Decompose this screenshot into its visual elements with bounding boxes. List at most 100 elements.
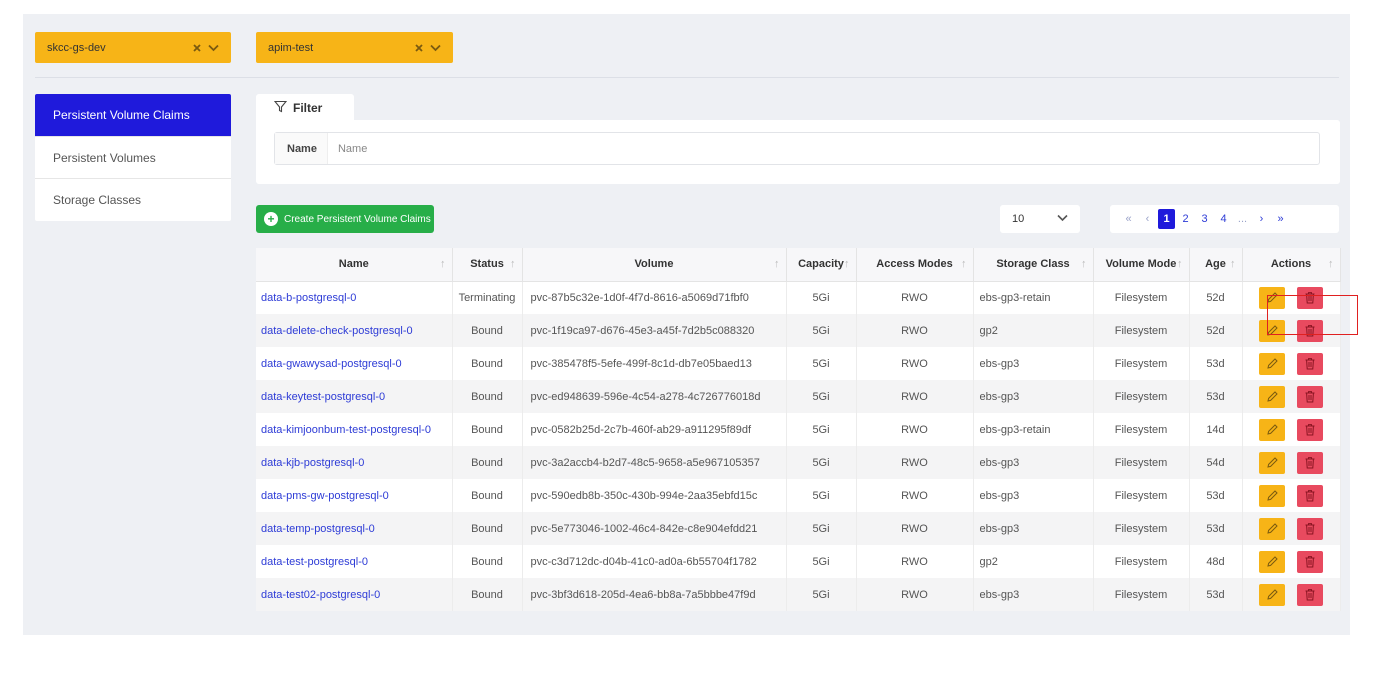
access-modes-cell: RWO xyxy=(856,446,974,479)
chevron-down-icon[interactable] xyxy=(430,44,441,52)
edit-button[interactable] xyxy=(1259,484,1286,507)
sidebar-item-label: Persistent Volume Claims xyxy=(53,108,190,122)
volume-cell: pvc-c3d712dc-d04b-41c0-ad0a-6b55704f1782 xyxy=(522,545,787,578)
volume-cell: pvc-5e773046-1002-46c4-842e-c8e904efdd21 xyxy=(522,512,787,545)
close-icon[interactable] xyxy=(414,43,424,53)
edit-button[interactable] xyxy=(1259,583,1286,606)
cluster-selector[interactable]: skcc-gs-dev xyxy=(35,32,231,63)
age-cell: 53d xyxy=(1189,380,1243,413)
sidebar-item-storage-classes[interactable]: Storage Classes xyxy=(35,179,231,221)
pvc-name-link[interactable]: data-b-postgresql-0 xyxy=(256,281,453,314)
table-row: data-delete-check-postgresql-0 Bound pvc… xyxy=(256,314,1341,347)
page-button-2[interactable]: 2 xyxy=(1177,209,1194,229)
volume-mode-cell: Filesystem xyxy=(1093,380,1190,413)
storage-class-cell: ebs-gp3 xyxy=(973,380,1094,413)
column-header-volume[interactable]: Volume ↑ xyxy=(522,248,787,282)
volume-mode-cell: Filesystem xyxy=(1093,545,1190,578)
name-filter-label: Name xyxy=(275,133,328,164)
pvc-name-link[interactable]: data-test02-postgresql-0 xyxy=(256,578,453,611)
pvc-name-link[interactable]: data-pms-gw-postgresql-0 xyxy=(256,479,453,512)
access-modes-cell: RWO xyxy=(856,281,974,314)
volume-cell: pvc-385478f5-5efe-499f-8c1d-db7e05baed13 xyxy=(522,347,787,380)
delete-button[interactable] xyxy=(1296,385,1323,408)
close-icon[interactable] xyxy=(192,43,202,53)
prev-page-button[interactable]: ‹ xyxy=(1139,209,1156,229)
sort-arrow-icon: ↑ xyxy=(1177,258,1183,270)
storage-class-cell: ebs-gp3 xyxy=(973,578,1094,611)
volume-mode-cell: Filesystem xyxy=(1093,347,1190,380)
page-size-select[interactable]: 10 xyxy=(1000,205,1080,233)
edit-button[interactable] xyxy=(1259,385,1286,408)
edit-button[interactable] xyxy=(1259,352,1286,375)
delete-button[interactable] xyxy=(1296,319,1323,342)
sidebar-item-persistent-volume-claims[interactable]: Persistent Volume Claims xyxy=(35,94,231,137)
access-modes-cell: RWO xyxy=(856,347,974,380)
column-header-storage-class[interactable]: Storage Class ↑ xyxy=(973,248,1094,282)
page-button-1[interactable]: 1 xyxy=(1158,209,1175,229)
pvc-name-link[interactable]: data-test-postgresql-0 xyxy=(256,545,453,578)
filter-tab[interactable]: Filter xyxy=(256,94,354,122)
sort-arrow-icon: ↑ xyxy=(1230,258,1236,270)
chevron-down-icon xyxy=(1057,213,1068,225)
column-header-capacity[interactable]: Capacity ↑ xyxy=(786,248,857,282)
volume-mode-cell: Filesystem xyxy=(1093,281,1190,314)
delete-button[interactable] xyxy=(1296,286,1323,309)
sidebar-item-persistent-volumes[interactable]: Persistent Volumes xyxy=(35,137,231,179)
column-header-actions[interactable]: Actions ↑ xyxy=(1242,248,1341,282)
edit-button[interactable] xyxy=(1259,286,1286,309)
column-header-name[interactable]: Name ↑ xyxy=(256,248,453,282)
table-row: data-kimjoonbum-test-postgresql-0 Bound … xyxy=(256,413,1341,446)
trash-icon xyxy=(1305,292,1315,304)
first-page-button[interactable]: « xyxy=(1120,209,1137,229)
delete-button[interactable] xyxy=(1296,352,1323,375)
delete-button[interactable] xyxy=(1296,418,1323,441)
last-page-button[interactable]: » xyxy=(1272,209,1289,229)
create-pvc-button[interactable]: + Create Persistent Volume Claims xyxy=(256,205,434,233)
name-filter-input[interactable]: Name xyxy=(328,143,367,155)
pvc-name-link[interactable]: data-kjb-postgresql-0 xyxy=(256,446,453,479)
edit-button[interactable] xyxy=(1259,550,1286,573)
sidebar-item-label: Storage Classes xyxy=(53,193,142,207)
delete-button[interactable] xyxy=(1296,583,1323,606)
table-row: data-b-postgresql-0 Terminating pvc-87b5… xyxy=(256,281,1341,314)
table-row: data-kjb-postgresql-0 Bound pvc-3a2accb4… xyxy=(256,446,1341,479)
pvc-name-link[interactable]: data-keytest-postgresql-0 xyxy=(256,380,453,413)
delete-button[interactable] xyxy=(1296,517,1323,540)
pencil-icon xyxy=(1267,358,1278,369)
delete-button[interactable] xyxy=(1296,484,1323,507)
status-cell: Bound xyxy=(452,446,523,479)
next-page-button[interactable]: › xyxy=(1253,209,1270,229)
cluster-selector-value: skcc-gs-dev xyxy=(47,41,106,54)
chevron-down-icon[interactable] xyxy=(208,44,219,52)
delete-button[interactable] xyxy=(1296,451,1323,474)
access-modes-cell: RWO xyxy=(856,545,974,578)
volume-mode-cell: Filesystem xyxy=(1093,314,1190,347)
column-header-status[interactable]: Status ↑ xyxy=(452,248,523,282)
pvc-name-link[interactable]: data-gwawysad-postgresql-0 xyxy=(256,347,453,380)
edit-button[interactable] xyxy=(1259,451,1286,474)
volume-mode-cell: Filesystem xyxy=(1093,446,1190,479)
name-filter-field[interactable]: Name Name xyxy=(274,132,1320,165)
page-button-4[interactable]: 4 xyxy=(1215,209,1232,229)
status-cell: Bound xyxy=(452,314,523,347)
column-header-volume-mode[interactable]: Volume Mode ↑ xyxy=(1093,248,1190,282)
page-button-3[interactable]: 3 xyxy=(1196,209,1213,229)
pvc-name-link[interactable]: data-temp-postgresql-0 xyxy=(256,512,453,545)
capacity-cell: 5Gi xyxy=(786,347,857,380)
delete-button[interactable] xyxy=(1296,550,1323,573)
edit-button[interactable] xyxy=(1259,319,1286,342)
trash-icon xyxy=(1305,589,1315,601)
pvc-name-link[interactable]: data-kimjoonbum-test-postgresql-0 xyxy=(256,413,453,446)
page-size-value: 10 xyxy=(1012,213,1025,225)
sort-arrow-icon: ↑ xyxy=(510,258,516,270)
column-header-access-modes[interactable]: Access Modes ↑ xyxy=(856,248,974,282)
pencil-icon xyxy=(1267,457,1278,468)
edit-button[interactable] xyxy=(1259,418,1286,441)
pvc-name-link[interactable]: data-delete-check-postgresql-0 xyxy=(256,314,453,347)
namespace-selector[interactable]: apim-test xyxy=(256,32,453,63)
sort-arrow-icon: ↑ xyxy=(1081,258,1087,270)
capacity-cell: 5Gi xyxy=(786,281,857,314)
actions-cell xyxy=(1242,578,1341,611)
edit-button[interactable] xyxy=(1259,517,1286,540)
column-header-age[interactable]: Age ↑ xyxy=(1189,248,1243,282)
